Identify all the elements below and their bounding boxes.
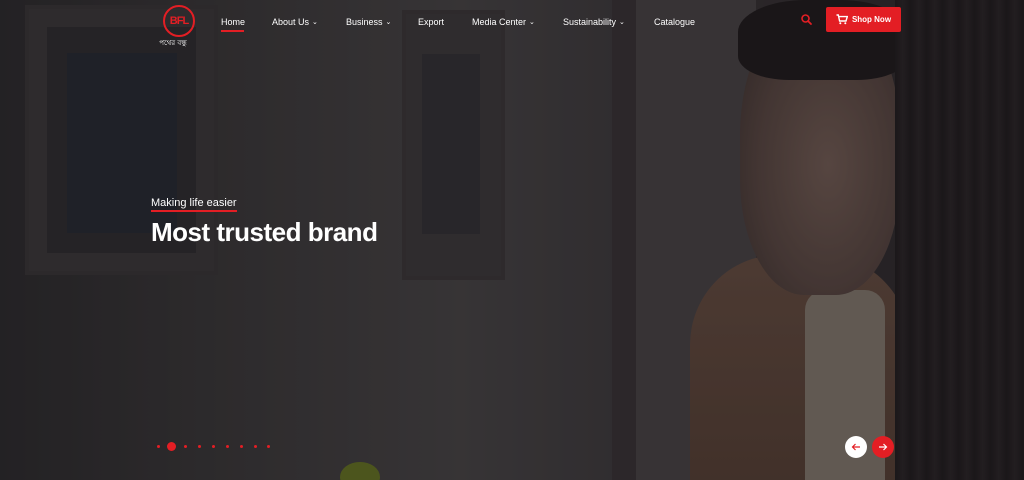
chevron-down-icon: ⌄ <box>312 19 318 26</box>
search-icon[interactable] <box>800 13 814 27</box>
chevron-down-icon: ⌄ <box>385 19 392 26</box>
slider-next-button[interactable] <box>872 436 894 458</box>
slider-dot-active[interactable] <box>167 442 176 451</box>
nav-active-indicator <box>221 30 244 32</box>
slider-dot[interactable] <box>254 445 257 448</box>
nav-export[interactable]: Export <box>418 16 444 28</box>
brand-logo-subtitle: পথের বন্ধু <box>159 39 187 47</box>
brand-logo[interactable]: BFL <box>163 5 195 37</box>
slider-dot[interactable] <box>198 445 201 448</box>
slider-dot[interactable] <box>184 445 187 448</box>
chevron-down-icon: ⌄ <box>529 19 535 26</box>
cart-icon <box>836 14 848 25</box>
slider-dot[interactable] <box>267 445 270 448</box>
hero-tagline: Making life easier <box>151 197 237 209</box>
nav-home[interactable]: Home <box>221 16 245 28</box>
slider-prev-button[interactable] <box>845 436 867 458</box>
hero-headline: Most trusted brand <box>151 217 378 247</box>
nav-sustainability[interactable]: Sustainability ⌄ <box>563 16 625 30</box>
nav-business[interactable]: Business ⌄ <box>346 16 391 30</box>
slider-dot[interactable] <box>240 445 243 448</box>
nav-catalogue[interactable]: Catalogue <box>654 16 695 28</box>
tagline-underline <box>151 210 237 212</box>
nav-about-us[interactable]: About Us ⌄ <box>272 16 318 30</box>
chevron-down-icon: ⌄ <box>619 19 625 26</box>
shop-now-button[interactable]: Shop Now <box>826 7 901 32</box>
slider-dot[interactable] <box>212 445 215 448</box>
slider-dot[interactable] <box>226 445 229 448</box>
arrow-right-icon <box>879 443 888 451</box>
arrow-left-icon <box>851 443 860 451</box>
slider-dot[interactable] <box>157 445 160 448</box>
nav-media-center[interactable]: Media Center ⌄ <box>472 16 535 30</box>
